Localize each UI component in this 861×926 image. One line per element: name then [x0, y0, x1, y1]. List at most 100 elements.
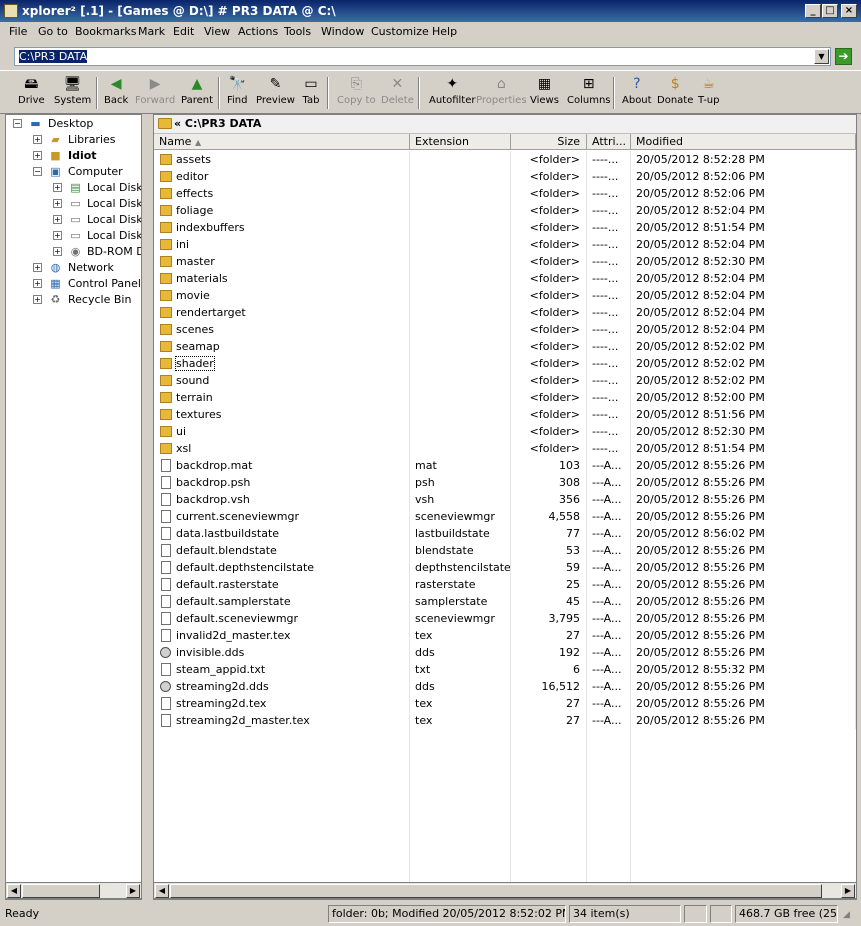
folder-row[interactable]: shader <folder> ----... 20/05/2012 8:52:02 … — [154, 355, 856, 372]
expand-icon[interactable]: + — [53, 247, 62, 256]
file-row[interactable]: default.samplerstate samplerstate 45 ---A..… — [154, 593, 856, 610]
tab-button[interactable]: ▭ Tab — [302, 75, 320, 106]
file-row[interactable]: invisible.dds dds 192 ---A... 20/05/2012 8:5… — [154, 644, 856, 661]
menu-goto[interactable]: Go to — [38, 25, 68, 38]
app-icon[interactable] — [4, 4, 18, 18]
expand-icon[interactable]: + — [53, 183, 62, 192]
column-name[interactable]: Name ▲ — [154, 134, 410, 150]
expand-icon[interactable]: + — [33, 279, 42, 288]
menu-bookmarks[interactable]: Bookmarks — [75, 25, 136, 38]
folder-row[interactable]: effects <folder> ----... 20/05/2012 8:52:06… — [154, 185, 856, 202]
expand-icon[interactable]: + — [53, 231, 62, 240]
preview-button[interactable]: ✎ Preview — [256, 75, 295, 106]
file-list[interactable]: « C:\PR3 DATA Name ▲ Extension Size Attr… — [153, 114, 857, 900]
tree-item-desktop[interactable]: − ▬ Desktop — [12, 116, 140, 132]
tup-button[interactable]: ☕ T-up — [698, 75, 719, 106]
delete-button[interactable]: ✕ Delete — [381, 75, 414, 106]
tree-item-network[interactable]: + ◍ Network — [12, 260, 140, 276]
folder-row[interactable]: editor <folder> ----... 20/05/2012 8:52:06 … — [154, 168, 856, 185]
scroll-left-icon[interactable]: ◀ — [155, 884, 169, 898]
expand-icon[interactable]: + — [53, 199, 62, 208]
list-horizontal-scrollbar[interactable]: ◀ ▶ — [153, 882, 857, 899]
system-button[interactable]: 🖥 System — [54, 75, 91, 106]
tree-item-local-disk-e[interactable]: + ▭ Local Disk ( — [12, 212, 141, 228]
menu-window[interactable]: Window — [321, 25, 364, 38]
tree-item-local-disk-f[interactable]: + ▭ Local Disk ( — [12, 228, 141, 244]
tree-item-bd-rom[interactable]: + ◉ BD-ROM Dr — [12, 244, 141, 260]
file-row[interactable]: invalid2d_master.tex tex 27 ---A... 20/05/20… — [154, 627, 856, 644]
views-button[interactable]: ▦ Views — [530, 75, 559, 106]
tree-item-control-panel[interactable]: + ▦ Control Panel — [12, 276, 141, 292]
file-row[interactable]: steam_appid.txt txt 6 ---A... 20/05/2012 8:5… — [154, 661, 856, 678]
file-row[interactable]: default.depthstencilstate depthstencilsta… — [154, 559, 856, 576]
folder-row[interactable]: xsl <folder> ----... 20/05/2012 8:51:54 PM — [154, 440, 856, 457]
tree-horizontal-scrollbar[interactable]: ◀ ▶ — [5, 882, 142, 899]
file-row[interactable]: default.rasterstate rasterstate 25 ---A... 2… — [154, 576, 856, 593]
about-button[interactable]: ? About — [622, 75, 652, 106]
minimize-button[interactable]: _ — [805, 4, 821, 18]
expand-icon[interactable]: + — [33, 295, 42, 304]
column-attributes[interactable]: Attri... — [587, 134, 631, 150]
folder-row[interactable]: textures <folder> ----... 20/05/2012 8:51:5… — [154, 406, 856, 423]
collapse-icon[interactable]: − — [33, 167, 42, 176]
file-row[interactable]: backdrop.mat mat 103 ---A... 20/05/2012 8:55… — [154, 457, 856, 474]
tree-item-local-disk-c[interactable]: + ▤ Local Disk ( — [12, 180, 141, 196]
menu-actions[interactable]: Actions — [238, 25, 278, 38]
tree-item-libraries[interactable]: + ▰ Libraries — [12, 132, 140, 148]
tree-item-recycle-bin[interactable]: + ♻ Recycle Bin — [12, 292, 140, 308]
back-button[interactable]: ◀ Back — [104, 75, 128, 106]
find-button[interactable]: 🔭 Find — [227, 75, 248, 106]
parent-button[interactable]: ▲ Parent — [181, 75, 213, 106]
menu-file[interactable]: File — [9, 25, 27, 38]
menu-mark[interactable]: Mark — [138, 25, 165, 38]
expand-icon[interactable]: + — [33, 151, 42, 160]
scroll-right-icon[interactable]: ▶ — [841, 884, 855, 898]
menu-help[interactable]: Help — [432, 25, 457, 38]
folder-row[interactable]: movie <folder> ----... 20/05/2012 8:52:04 P… — [154, 287, 856, 304]
copy-to-button[interactable]: ⎘ Copy to — [337, 75, 376, 106]
expand-icon[interactable]: + — [33, 135, 42, 144]
folder-row[interactable]: materials <folder> ----... 20/05/2012 8:52:… — [154, 270, 856, 287]
scroll-thumb[interactable] — [22, 884, 100, 898]
file-row[interactable]: data.lastbuildstate lastbuildstate 77 ---A.… — [154, 525, 856, 542]
tree-item-idiot[interactable]: + ■ Idiot — [12, 148, 140, 164]
collapse-icon[interactable]: − — [13, 119, 22, 128]
folder-row[interactable]: ui <folder> ----... 20/05/2012 8:52:30 PM — [154, 423, 856, 440]
menu-edit[interactable]: Edit — [173, 25, 194, 38]
maximize-button[interactable]: □ — [822, 4, 838, 18]
file-row[interactable]: current.sceneviewmgr sceneviewmgr 4,558 ---… — [154, 508, 856, 525]
file-row[interactable]: default.blendstate blendstate 53 ---A... 20/… — [154, 542, 856, 559]
expand-icon[interactable]: + — [53, 215, 62, 224]
resize-grip-icon[interactable]: ◢ — [843, 910, 850, 920]
folder-row[interactable]: foliage <folder> ----... 20/05/2012 8:52:04… — [154, 202, 856, 219]
folder-row[interactable]: terrain <folder> ----... 20/05/2012 8:52:00… — [154, 389, 856, 406]
menu-view[interactable]: View — [204, 25, 230, 38]
scroll-right-icon[interactable]: ▶ — [126, 884, 140, 898]
tree-item-local-disk-d[interactable]: + ▭ Local Disk ( — [12, 196, 141, 212]
file-row[interactable]: default.sceneviewmgr sceneviewmgr 3,795 ---… — [154, 610, 856, 627]
folder-row[interactable]: assets <folder> ----... 20/05/2012 8:52:28 … — [154, 151, 856, 168]
folder-row[interactable]: ini <folder> ----... 20/05/2012 8:52:04 PM — [154, 236, 856, 253]
file-row[interactable]: streaming2d.dds dds 16,512 ---A... 20/05/201… — [154, 678, 856, 695]
properties-button[interactable]: ⌂ Properties — [476, 75, 527, 106]
title-bar[interactable]: xplorer² [.1] - [Games @ D:\] # PR3 DATA… — [0, 0, 861, 22]
autofilter-button[interactable]: ✦ Autofilter — [429, 75, 475, 106]
address-dropdown-button[interactable]: ▼ — [814, 49, 829, 64]
column-size[interactable]: Size — [511, 134, 587, 150]
address-input[interactable]: C:\PR3 DATA — [14, 47, 831, 66]
folder-row[interactable]: indexbuffers <folder> ----... 20/05/2012 8:… — [154, 219, 856, 236]
empty-list-area[interactable] — [154, 729, 856, 899]
forward-button[interactable]: ▶ Forward — [135, 75, 175, 106]
file-row[interactable]: streaming2d.tex tex 27 ---A... 20/05/2012 8:… — [154, 695, 856, 712]
column-extension[interactable]: Extension — [410, 134, 511, 150]
expand-icon[interactable]: + — [33, 263, 42, 272]
columns-button[interactable]: ⊞ Columns — [567, 75, 611, 106]
column-modified[interactable]: Modified — [631, 134, 856, 150]
tree-item-computer[interactable]: − ▣ Computer — [12, 164, 140, 180]
folder-tree[interactable]: − ▬ Desktop + ▰ Libraries + ■ Idiot − ▣ … — [5, 114, 142, 900]
go-arrow-icon[interactable]: ➔ — [835, 48, 852, 65]
close-button[interactable]: × — [841, 4, 857, 18]
scroll-thumb[interactable] — [170, 884, 822, 898]
folder-row[interactable]: sound <folder> ----... 20/05/2012 8:52:02 P… — [154, 372, 856, 389]
menu-customize[interactable]: Customize — [371, 25, 429, 38]
